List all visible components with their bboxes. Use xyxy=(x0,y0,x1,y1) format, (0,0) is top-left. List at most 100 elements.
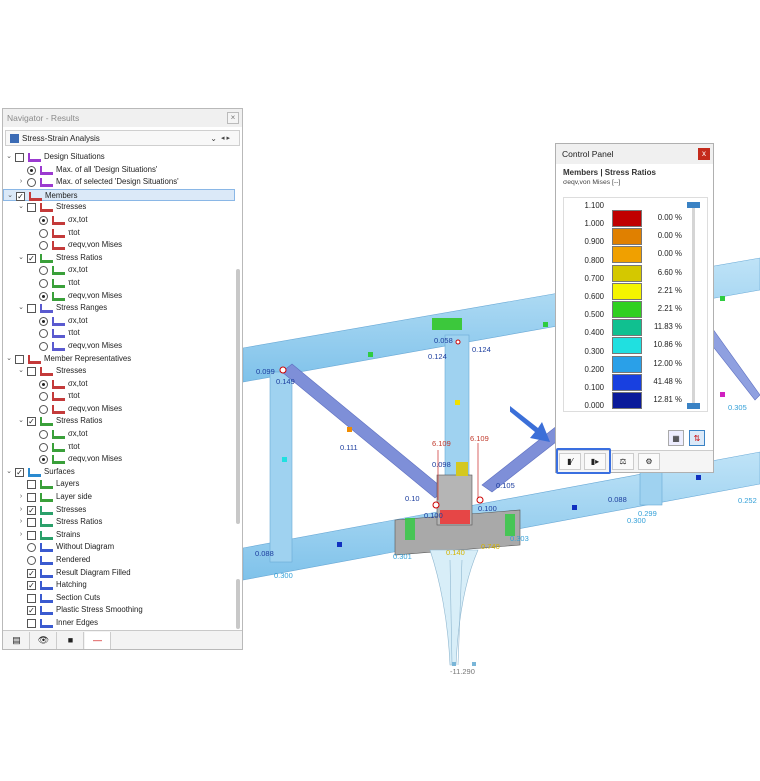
tree-item[interactable]: Layers xyxy=(3,478,235,491)
tree-item[interactable]: › Strains xyxy=(3,529,235,542)
tree-item[interactable]: σx,tot xyxy=(3,428,235,441)
tree-item[interactable]: ⌄ ✓ Stress Ratios xyxy=(3,415,235,428)
radio-button[interactable] xyxy=(39,278,48,288)
tree-item[interactable]: σx,tot xyxy=(3,214,235,227)
scrollbar[interactable] xyxy=(236,579,240,629)
radio-button[interactable] xyxy=(39,228,48,238)
checkbox[interactable]: ✓ xyxy=(27,581,36,591)
chevron-down-icon[interactable]: ⌄ xyxy=(5,466,13,479)
tree-item[interactable]: σeqv,von Mises xyxy=(3,453,235,466)
checkbox[interactable]: ✓ xyxy=(15,467,24,477)
chevron-down-icon[interactable]: ⌄ xyxy=(210,131,217,146)
legend-color-swatch[interactable] xyxy=(612,282,642,300)
slider-handle-top[interactable] xyxy=(687,202,700,208)
video-tab-icon[interactable]: ■ xyxy=(58,632,84,649)
checkbox[interactable] xyxy=(27,618,36,628)
legend-color-swatch[interactable] xyxy=(612,228,642,246)
radio-button[interactable] xyxy=(39,329,48,339)
legend-color-swatch[interactable] xyxy=(612,337,642,355)
chevron-down-icon[interactable]: ⌄ xyxy=(17,415,25,428)
checkbox[interactable]: ✓ xyxy=(27,505,36,515)
legend-color-swatch[interactable] xyxy=(612,264,642,282)
legend-color-swatch[interactable] xyxy=(612,373,642,391)
radio-button[interactable] xyxy=(39,291,48,301)
tree-item[interactable]: ⌄ Stresses xyxy=(3,201,235,214)
tree-item[interactable]: › Stress Ratios xyxy=(3,516,235,529)
checkbox[interactable] xyxy=(15,354,24,364)
filter-tab-icon[interactable]: ⚙ xyxy=(638,453,660,470)
tree-item[interactable]: τtot xyxy=(3,227,235,240)
chevron-right-icon[interactable]: › xyxy=(17,176,25,189)
legend-settings-icon[interactable]: ▦ xyxy=(668,430,684,446)
legend-slider[interactable] xyxy=(692,206,695,406)
close-icon[interactable]: × xyxy=(227,112,239,124)
checkbox[interactable] xyxy=(27,493,36,503)
radio-button[interactable] xyxy=(39,392,48,402)
balance-tab-icon[interactable]: ⚖ xyxy=(612,453,634,470)
radio-button[interactable] xyxy=(39,455,48,465)
radio-button[interactable] xyxy=(27,165,36,175)
checkbox[interactable] xyxy=(27,518,36,528)
tree-item[interactable]: ⌄ Design Situations xyxy=(3,151,235,164)
radio-button[interactable] xyxy=(39,316,48,326)
tree-item[interactable]: ⌄ ✓ Surfaces xyxy=(3,466,235,479)
tree-item[interactable]: σeqv,von Mises xyxy=(3,290,235,303)
tree-item[interactable]: Section Cuts xyxy=(3,592,235,605)
chevron-right-icon[interactable]: › xyxy=(17,504,25,517)
chevron-down-icon[interactable]: ⌄ xyxy=(17,302,25,315)
legend-color-swatch[interactable] xyxy=(612,301,642,318)
legend-color-swatch[interactable] xyxy=(612,319,642,337)
checkbox[interactable] xyxy=(27,480,36,490)
chevron-right-icon[interactable]: › xyxy=(17,516,25,529)
chevron-down-icon[interactable]: ⌄ xyxy=(5,353,13,366)
tree-item[interactable]: Inner Edges xyxy=(3,617,235,630)
slider-handle-bottom[interactable] xyxy=(687,403,700,409)
tree-item[interactable]: ⌄ Stress Ranges xyxy=(3,302,235,315)
tree-item[interactable]: σx,tot xyxy=(3,378,235,391)
chevron-right-icon[interactable]: › xyxy=(17,491,25,504)
tree-item[interactable]: σeqv,von Mises xyxy=(3,403,235,416)
tree-item[interactable]: σx,tot xyxy=(3,315,235,328)
tree-item[interactable]: σx,tot xyxy=(3,264,235,277)
radio-button[interactable] xyxy=(39,379,48,389)
chevron-down-icon[interactable]: ⌄ xyxy=(17,365,25,378)
radio-button[interactable] xyxy=(39,442,48,452)
legend-scale-icon[interactable]: ⇅ xyxy=(689,430,705,446)
radio-button[interactable] xyxy=(39,241,48,251)
radio-button[interactable] xyxy=(39,341,48,351)
tree-item[interactable]: σeqv,von Mises xyxy=(3,340,235,353)
tree-item[interactable]: Rendered xyxy=(3,554,235,567)
tree-item[interactable]: τtot xyxy=(3,327,235,340)
scrollbar[interactable] xyxy=(236,269,240,524)
analysis-type-select[interactable]: Stress-Strain Analysis ⌄ ◂ ▸ xyxy=(5,130,240,146)
radio-button[interactable] xyxy=(39,266,48,276)
legend-color-swatch[interactable] xyxy=(612,355,642,373)
legend-color-swatch[interactable] xyxy=(612,392,642,409)
radio-button[interactable] xyxy=(39,430,48,440)
prev-next-arrows-icon[interactable]: ◂ ▸ xyxy=(221,131,237,146)
results-tab-icon[interactable]: — xyxy=(85,632,111,649)
tree-item[interactable]: σeqv,von Mises xyxy=(3,239,235,252)
tree-item[interactable]: › ✓ Stresses xyxy=(3,504,235,517)
tree-item[interactable]: τtot xyxy=(3,390,235,403)
tree-item[interactable]: ⌄ Stresses xyxy=(3,365,235,378)
radio-button[interactable] xyxy=(39,215,48,225)
checkbox[interactable]: ✓ xyxy=(16,191,25,201)
checkbox[interactable] xyxy=(27,593,36,603)
data-tab-icon[interactable]: ▤ xyxy=(4,632,30,649)
radio-button[interactable] xyxy=(27,543,36,553)
checkbox[interactable]: ✓ xyxy=(27,568,36,578)
legend-color-swatch[interactable] xyxy=(612,210,642,227)
tree-item[interactable]: ⌄ ✓ Stress Ratios xyxy=(3,252,235,265)
checkbox[interactable] xyxy=(27,530,36,540)
tree-item[interactable]: ⌄ Member Representatives xyxy=(3,353,235,366)
tree-item[interactable]: › Max. of selected 'Design Situations' xyxy=(3,176,235,189)
checkbox[interactable]: ✓ xyxy=(27,417,36,427)
chevron-down-icon[interactable]: ⌄ xyxy=(17,201,25,214)
checkbox[interactable] xyxy=(15,153,24,162)
checkbox[interactable] xyxy=(27,203,36,213)
checkbox[interactable] xyxy=(27,304,36,314)
tree-item[interactable]: ✓ Result Diagram Filled xyxy=(3,567,235,580)
tree-item[interactable]: ⌄ ✓ Members xyxy=(3,188,235,202)
radio-button[interactable] xyxy=(27,178,36,188)
